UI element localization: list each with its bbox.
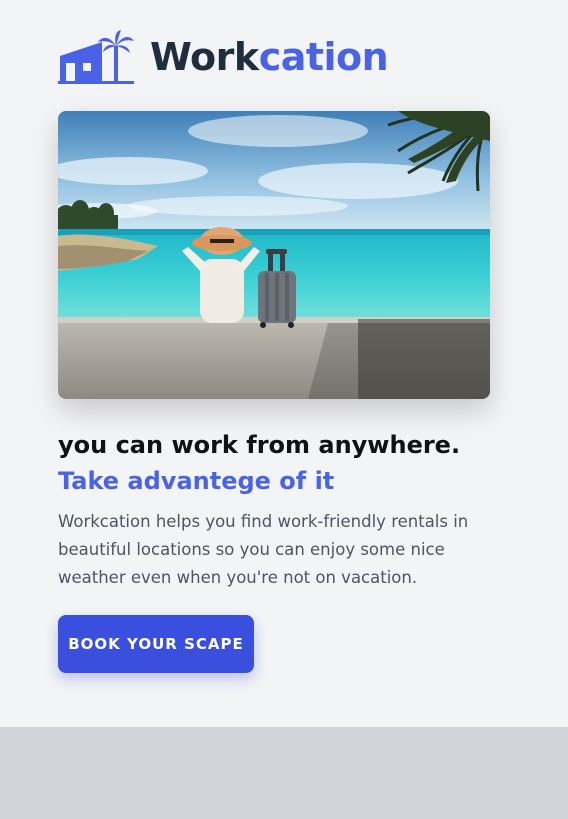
headline-accent: Take advantege of it [58,467,335,495]
description: Workcation helps you find work-friendly … [58,512,469,587]
brand-name-part1: Work [150,35,259,79]
brand-logo[interactable]: Workcation [58,30,389,84]
footer-band [0,727,568,819]
brand-name: Workcation [150,35,389,79]
page-background: Workcation you can work from anywhere. T… [0,0,568,727]
book-your-scape-button[interactable]: BOOK YOUR SCAPE [58,615,254,673]
hero-image [58,111,490,399]
brand-name-part2: cation [258,35,389,79]
beach-house-palm-icon [58,30,134,84]
headline: you can work from anywhere. [58,431,461,459]
